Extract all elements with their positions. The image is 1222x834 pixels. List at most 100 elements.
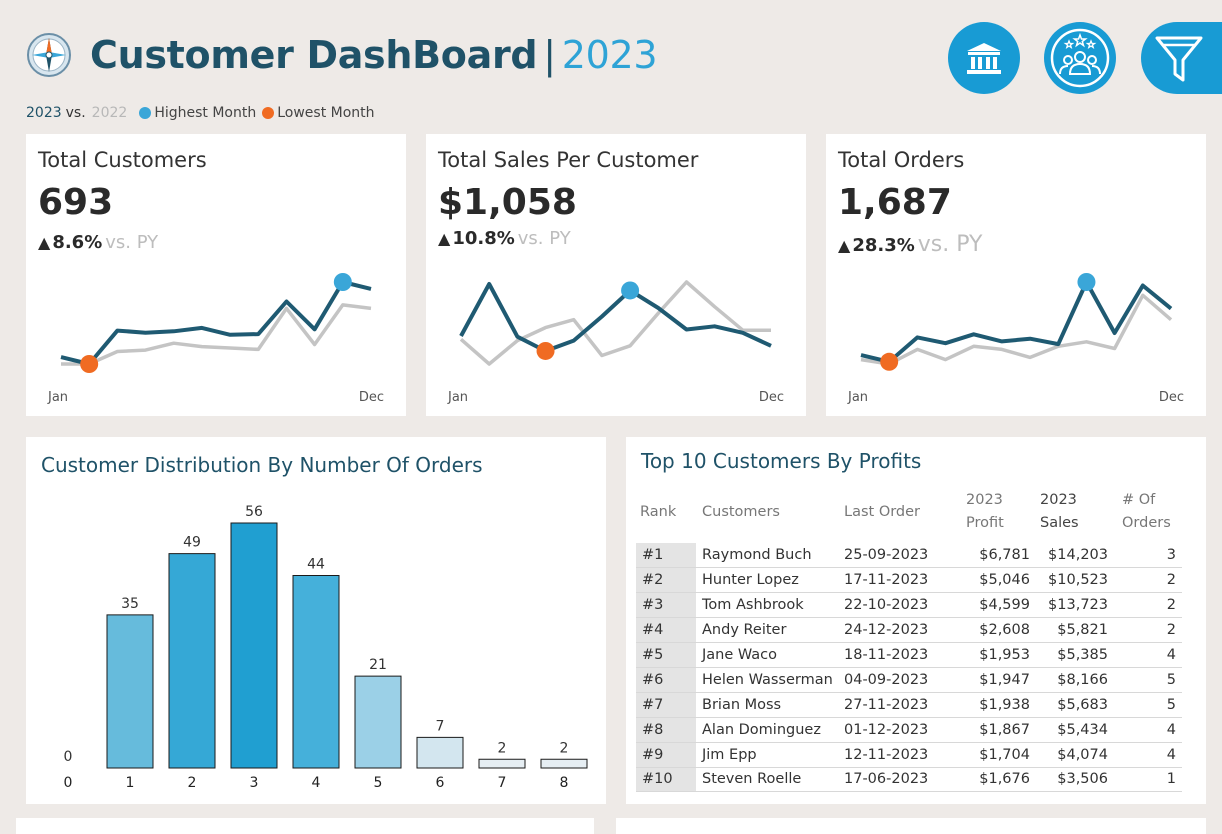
legend-highest-label: Highest Month	[154, 105, 257, 121]
lowest-month-marker[interactable]	[80, 355, 99, 373]
rank-cell: #5	[636, 642, 696, 668]
orders-cell: 4	[1110, 642, 1182, 668]
col-customers-header[interactable]: Customers	[696, 481, 838, 543]
kpi-card-total-orders: Total Orders 1,687 ▲ 28.3% vs. PY Jan Dec	[826, 134, 1206, 416]
bar-value-label: 44	[307, 557, 325, 573]
sales-cell: $5,434	[1032, 717, 1110, 743]
orders-cell: 2	[1110, 567, 1182, 594]
profit-cell: $1,947	[960, 667, 1032, 693]
x-tick-label: 6	[436, 775, 445, 791]
kpi-title: Total Orders	[838, 148, 965, 172]
table-header-row: Rank Customers Last Order 2023 Profit 202…	[636, 481, 1182, 543]
col-last-order-header[interactable]: Last Order	[838, 481, 960, 543]
bar[interactable]	[540, 758, 588, 769]
distribution-bar-chart: 00351492563444215762728	[64, 504, 588, 791]
filter-icon	[1155, 36, 1203, 82]
kpi-sparkline	[459, 280, 772, 366]
bar[interactable]	[106, 614, 154, 769]
last-order-cell: 22-10-2023	[838, 592, 960, 619]
highest-month-marker[interactable]	[333, 273, 352, 291]
col-profit-line2: Profit	[966, 515, 1004, 531]
filter-nav-button[interactable]	[1141, 22, 1222, 94]
legend-previous-year: 2022	[91, 105, 128, 121]
col-sales-header[interactable]: 2023 Sales	[1032, 481, 1110, 543]
x-tick-label: 1	[126, 775, 135, 791]
sales-cell: $13,723	[1032, 592, 1110, 619]
previous-year-line	[459, 280, 771, 366]
sales-cell: $3,506	[1032, 767, 1110, 793]
last-order-cell: 17-06-2023	[838, 767, 960, 793]
table-row[interactable]: #7 Brian Moss 27-11-2023 $1,938 $5,683 5	[636, 692, 1182, 718]
bar[interactable]	[416, 736, 464, 769]
x-tick-label: 0	[64, 775, 73, 791]
customer-cell: Andy Reiter	[696, 617, 838, 644]
col-rank-header[interactable]: Rank	[636, 481, 696, 543]
kpi-vs-py: vs. PY	[105, 232, 159, 253]
current-year-line	[459, 282, 772, 353]
lowest-month-marker[interactable]	[880, 352, 899, 371]
table-row[interactable]: #9 Jim Epp 12-11-2023 $1,704 $4,074 4	[636, 742, 1182, 768]
table-row[interactable]: #10 Steven Roelle 17-06-2023 $1,676 $3,506 1	[636, 767, 1182, 793]
page-title: Customer DashBoard | 2023	[90, 33, 658, 77]
last-order-cell: 01-12-2023	[838, 717, 960, 743]
profit-cell: $2,608	[960, 617, 1032, 644]
title-year: 2023	[561, 33, 658, 77]
table-row[interactable]: #1 Raymond Buch 25-09-2023 $6,781 $14,203 3	[636, 543, 1182, 569]
orders-cell: 1	[1110, 767, 1182, 793]
col-orders-header[interactable]: # Of Orders	[1110, 481, 1182, 543]
bar[interactable]	[478, 758, 526, 769]
table-row[interactable]: #3 Tom Ashbrook 22-10-2023 $4,599 $13,723 2	[636, 592, 1182, 619]
table-row[interactable]: #2 Hunter Lopez 17-11-2023 $5,046 $10,523 2	[636, 567, 1182, 594]
highest-month-marker[interactable]	[1077, 273, 1096, 291]
bottom-panel-right	[616, 818, 1206, 834]
profit-cell: $1,938	[960, 692, 1032, 718]
col-profit-header[interactable]: 2023 Profit	[960, 481, 1032, 543]
bar[interactable]	[168, 553, 216, 769]
last-order-cell: 04-09-2023	[838, 667, 960, 693]
table-row[interactable]: #4 Andy Reiter 24-12-2023 $2,608 $5,821 2	[636, 617, 1182, 644]
customer-cell: Hunter Lopez	[696, 567, 838, 594]
kpi-title: Total Sales Per Customer	[438, 148, 699, 172]
bar[interactable]	[354, 675, 402, 769]
bank-icon	[967, 43, 1001, 74]
customers-icon	[1050, 28, 1110, 88]
rank-cell: #3	[636, 592, 696, 619]
kpi-month-end: Dec	[358, 390, 384, 405]
kpi-value: 693	[38, 182, 114, 223]
bank-nav-button[interactable]	[948, 22, 1020, 94]
kpi-sparkline	[860, 273, 1173, 371]
profit-cell: $6,781	[960, 543, 1032, 569]
kpi-change-value: 8.6%	[52, 232, 103, 253]
kpi-month-start: Jan	[848, 390, 869, 405]
legend: 2023 vs. 2022 Highest Month Lowest Month	[26, 105, 375, 121]
rank-cell: #1	[636, 543, 696, 569]
last-order-cell: 25-09-2023	[838, 543, 960, 569]
last-order-cell: 12-11-2023	[838, 742, 960, 768]
table-row[interactable]: #5 Jane Waco 18-11-2023 $1,953 $5,385 4	[636, 642, 1182, 668]
rank-cell: #6	[636, 667, 696, 693]
customers-nav-button[interactable]	[1044, 22, 1116, 94]
last-order-cell: 18-11-2023	[838, 642, 960, 668]
lowest-month-marker[interactable]	[536, 341, 555, 360]
orders-cell: 5	[1110, 692, 1182, 718]
top10-title: Top 10 Customers By Profits	[641, 449, 922, 473]
bar[interactable]	[292, 575, 340, 769]
profit-cell: $1,867	[960, 717, 1032, 743]
previous-year-line	[860, 293, 1173, 366]
kpi-vs-py: vs. PY	[517, 228, 571, 249]
bar[interactable]	[230, 522, 278, 769]
bar-value-label: 2	[560, 740, 569, 756]
up-arrow-icon: ▲	[38, 233, 51, 252]
orders-cell: 2	[1110, 617, 1182, 644]
table-row[interactable]: #6 Helen Wasserman 04-09-2023 $1,947 $8,166 5	[636, 667, 1182, 693]
bar-value-label: 2	[498, 740, 507, 756]
customer-cell: Helen Wasserman	[696, 667, 838, 693]
customer-cell: Tom Ashbrook	[696, 592, 838, 619]
last-order-cell: 27-11-2023	[838, 692, 960, 718]
highest-month-marker[interactable]	[621, 281, 640, 300]
customer-cell: Jim Epp	[696, 742, 838, 768]
kpi-change-value: 10.8%	[452, 228, 515, 249]
table-row[interactable]: #8 Alan Dominguez 01-12-2023 $1,867 $5,434 4	[636, 717, 1182, 743]
sales-cell: $14,203	[1032, 543, 1110, 569]
up-arrow-icon: ▲	[838, 236, 851, 255]
